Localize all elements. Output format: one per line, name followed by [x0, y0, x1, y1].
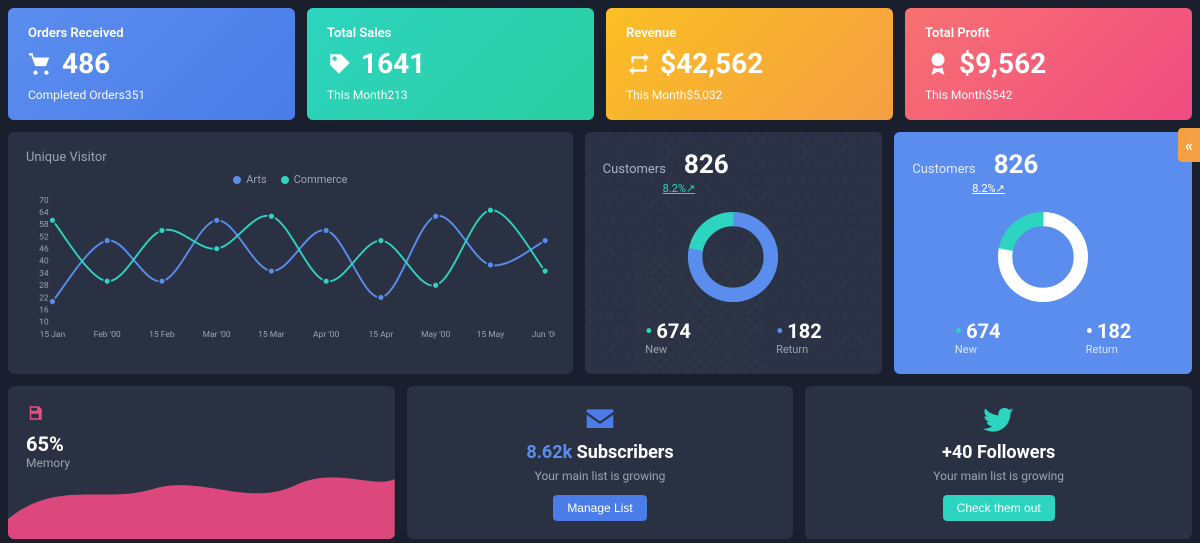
customers-footer: 674New 182Return [912, 319, 1174, 356]
customers-panel-blue: Customers 826 8.2%↗ 674New 182Return [894, 132, 1192, 374]
mail-icon [584, 404, 616, 436]
stat-total-sales[interactable]: Total Sales 1641 This Month213 [307, 8, 594, 120]
svg-text:70: 70 [39, 196, 49, 206]
stat-total-profit[interactable]: Total Profit $9,562 This Month$542 [905, 8, 1192, 120]
memory-wave [8, 449, 395, 539]
stat-value: 486 [28, 47, 275, 80]
svg-text:40: 40 [39, 257, 49, 267]
cart-icon [28, 51, 54, 77]
svg-text:Feb '00: Feb '00 [94, 330, 121, 340]
line-chart-svg: 10 16 22 28 34 40 46 52 58 64 70 15 Jan Feb '00 15 Fe… [26, 190, 555, 345]
svg-text:22: 22 [39, 293, 49, 303]
customers-return: 182Return [776, 319, 822, 356]
twitter-icon [983, 404, 1015, 436]
stat-number: 486 [62, 47, 110, 80]
svg-text:Jun '00: Jun '00 [532, 330, 555, 340]
stat-number: $9,562 [959, 47, 1046, 80]
customers-panel-dark: Customers 826 8.2%↗ 674New 182Return [585, 132, 883, 374]
stat-number: 1641 [361, 47, 425, 80]
customers-new: 674New [645, 319, 691, 356]
customers-value: 826 [684, 150, 729, 180]
svg-text:64: 64 [39, 208, 49, 218]
customers-value: 826 [994, 150, 1039, 180]
subscribers-panel: 8.62k Subscribers Your main list is grow… [407, 386, 794, 539]
dot-icon [281, 176, 289, 184]
subscribers-sub: Your main list is growing [535, 469, 666, 483]
stat-title: Total Sales [327, 26, 574, 41]
stat-value: $9,562 [925, 47, 1172, 80]
chart-title: Unique Visitor [26, 150, 555, 165]
customers-label: Customers [912, 162, 975, 177]
manage-list-button[interactable]: Manage List [553, 495, 646, 521]
customers-label: Customers [603, 162, 666, 177]
svg-text:Mar '00: Mar '00 [203, 330, 231, 340]
stat-title: Revenue [626, 26, 873, 41]
svg-text:10: 10 [39, 318, 49, 328]
donut-chart [603, 207, 865, 307]
stat-title: Total Profit [925, 26, 1172, 41]
bottom-row: 65% Memory 8.62k Subscribers Your main l… [8, 386, 1192, 539]
svg-text:15 Mar: 15 Mar [258, 330, 285, 340]
svg-text:34: 34 [39, 269, 49, 279]
save-icon [26, 404, 44, 422]
stat-revenue[interactable]: Revenue $42,562 This Month$5,032 [606, 8, 893, 120]
followers-title: +40 Followers [942, 442, 1055, 463]
repeat-icon [626, 51, 652, 77]
memory-panel: 65% Memory [8, 386, 395, 539]
stat-value: $42,562 [626, 47, 873, 80]
stat-sub: This Month$5,032 [626, 88, 873, 102]
stat-sub: This Month$542 [925, 88, 1172, 102]
stat-orders-received[interactable]: Orders Received 486 Completed Orders351 [8, 8, 295, 120]
customers-return: 182Return [1086, 319, 1132, 356]
svg-text:15 Feb: 15 Feb [149, 330, 175, 340]
customers-new: 674New [955, 319, 1001, 356]
stat-number: $42,562 [660, 47, 763, 80]
unique-visitor-chart: Unique Visitor Arts Commerce 10 16 22 28 34 4… [8, 132, 573, 374]
stat-title: Orders Received [28, 26, 275, 41]
customers-pct: 8.2%↗ [663, 182, 865, 195]
customers-header: Customers 826 [912, 150, 1174, 180]
customers-footer: 674New 182Return [603, 319, 865, 356]
customers-pct: 8.2%↗ [972, 182, 1174, 195]
svg-text:Apr '00: Apr '00 [313, 330, 340, 340]
stat-sub: This Month213 [327, 88, 574, 102]
svg-text:15 Apr: 15 Apr [369, 330, 394, 340]
donut-chart [912, 207, 1174, 307]
svg-text:52: 52 [39, 232, 49, 242]
subscribers-title: 8.62k Subscribers [526, 442, 673, 463]
legend-arts[interactable]: Arts [233, 173, 266, 186]
middle-row: Unique Visitor Arts Commerce 10 16 22 28 34 4… [8, 132, 1192, 374]
followers-panel: +40 Followers Your main list is growing … [805, 386, 1192, 539]
followers-sub: Your main list is growing [933, 469, 1064, 483]
stats-row: Orders Received 486 Completed Orders351 … [8, 8, 1192, 120]
dot-icon [233, 176, 241, 184]
svg-text:46: 46 [39, 245, 49, 255]
stat-sub: Completed Orders351 [28, 88, 275, 102]
svg-text:15 May: 15 May [477, 330, 505, 340]
check-them-out-button[interactable]: Check them out [943, 495, 1055, 521]
svg-text:58: 58 [39, 220, 49, 230]
svg-text:16: 16 [39, 305, 49, 315]
svg-text:May '00: May '00 [421, 330, 450, 340]
tag-icon [327, 51, 353, 77]
svg-text:15 Jan: 15 Jan [40, 330, 66, 340]
badge-icon [925, 51, 951, 77]
legend-commerce[interactable]: Commerce [281, 173, 348, 186]
chart-legend: Arts Commerce [26, 173, 555, 186]
svg-text:28: 28 [39, 281, 49, 291]
customers-header: Customers 826 [603, 150, 865, 180]
side-drawer-toggle[interactable]: « [1178, 128, 1200, 162]
stat-value: 1641 [327, 47, 574, 80]
